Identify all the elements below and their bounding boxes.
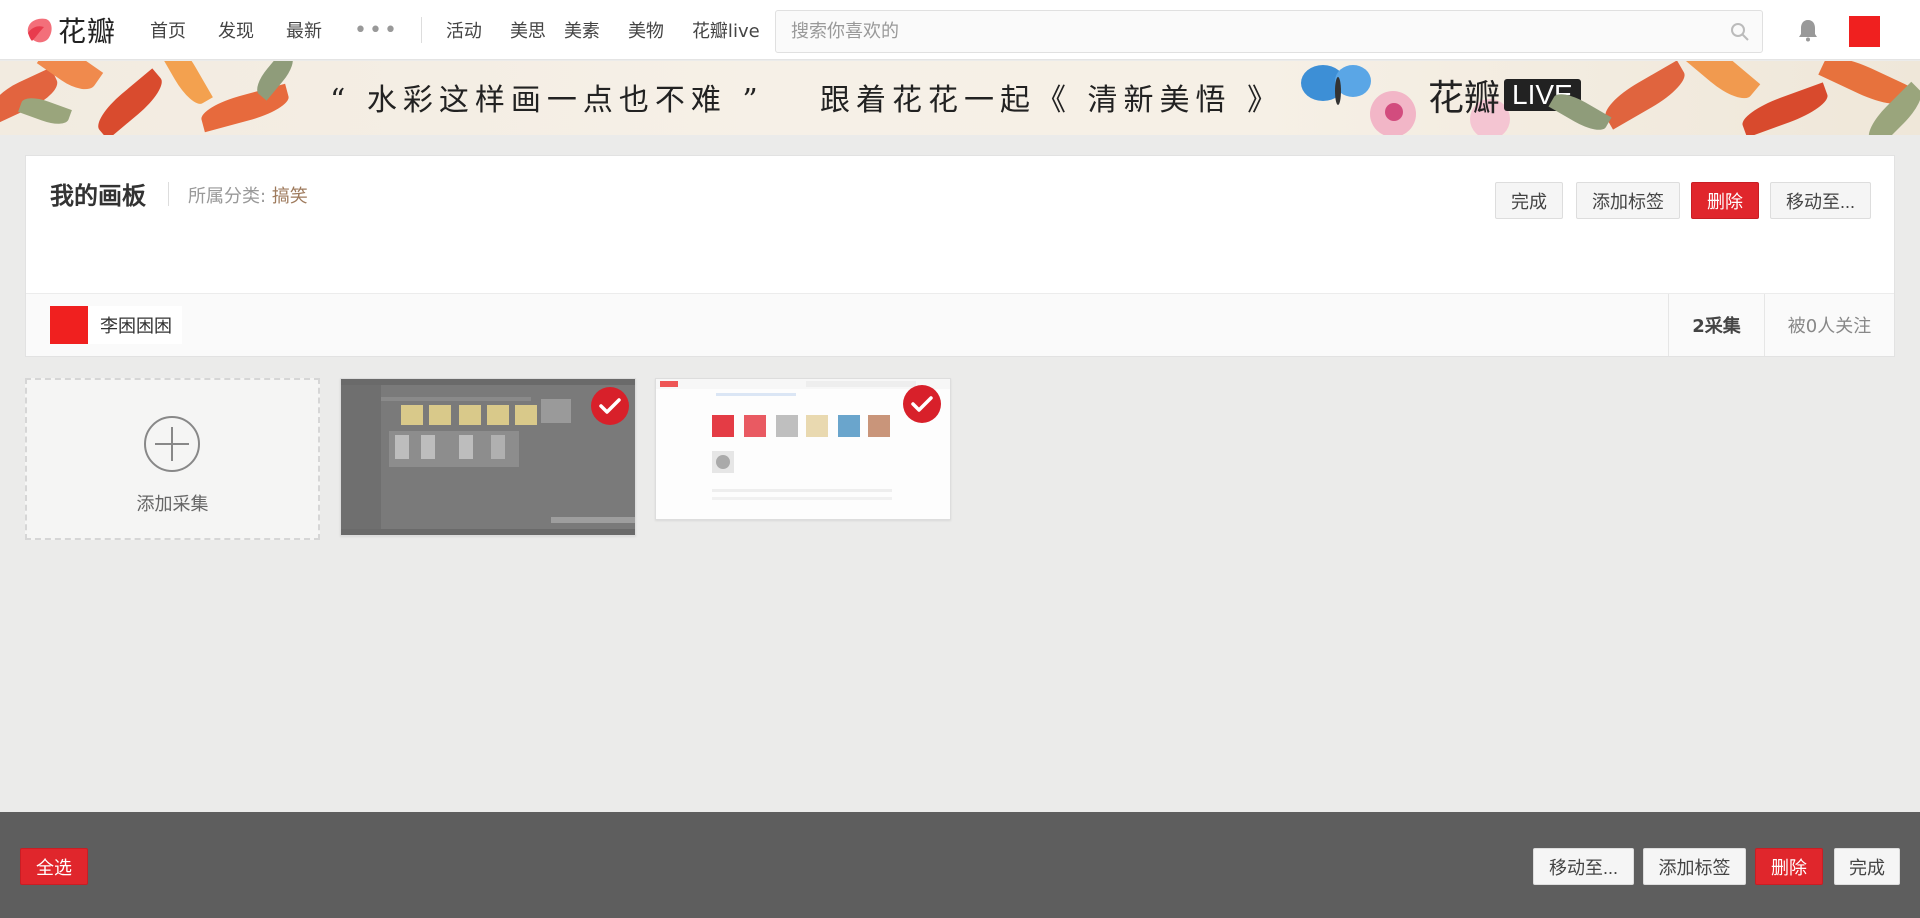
search-input[interactable] <box>776 11 1696 52</box>
delete-button[interactable]: 删除 <box>1691 182 1759 219</box>
board-title: 我的画板 <box>50 182 146 210</box>
nav-home[interactable]: 首页 <box>150 17 186 43</box>
owner-name[interactable]: 李困困困 <box>100 312 172 338</box>
pin-card[interactable] <box>340 378 636 536</box>
search-icon[interactable] <box>1730 22 1750 42</box>
logo-text: 花瓣 <box>58 15 117 48</box>
nav-latest[interactable]: 最新 <box>286 17 322 43</box>
bulk-move-to-button[interactable]: 移动至... <box>1533 848 1634 885</box>
bulk-action-bar: 全选 移动至... 添加标签 删除 完成 <box>0 812 1920 918</box>
live-logo-text: 花瓣 <box>1428 78 1501 119</box>
petal-logo-icon <box>27 18 52 43</box>
category-label: 所属分类: <box>188 186 267 207</box>
site-logo[interactable]: 花瓣 <box>24 12 116 48</box>
selected-check-icon[interactable] <box>591 387 629 425</box>
banner-subline: 跟着花花一起《 清新美悟 》 <box>820 83 1284 118</box>
pin-card[interactable] <box>655 378 951 520</box>
bulk-delete-button[interactable]: 删除 <box>1755 848 1823 885</box>
nav-more-button[interactable]: ••• <box>354 18 399 43</box>
banner-headline: “ 水彩这样画一点也不难 ” <box>330 83 764 118</box>
nav-live[interactable]: 花瓣live <box>692 17 760 43</box>
add-tag-button[interactable]: 添加标签 <box>1576 182 1680 219</box>
nav-meisu[interactable]: 美素 <box>564 17 600 43</box>
plus-circle-icon <box>144 416 200 472</box>
nav-meiwu[interactable]: 美物 <box>628 17 664 43</box>
title-divider <box>168 182 169 206</box>
leaf-decoration <box>91 68 169 135</box>
butterfly-illustration <box>1301 65 1371 105</box>
followers-count[interactable]: 被0人关注 <box>1764 294 1894 356</box>
add-pin-label: 添加采集 <box>136 494 209 515</box>
leaf-decoration <box>1599 61 1691 130</box>
board-category: 所属分类: 搞笑 <box>188 182 308 208</box>
board-header-card: 我的画板 所属分类: 搞笑 完成 添加标签 删除 移动至... 李困困困 2采集… <box>25 155 1895 357</box>
notification-bell-icon[interactable] <box>1797 18 1819 42</box>
category-value[interactable]: 搞笑 <box>272 186 308 207</box>
user-avatar[interactable] <box>1849 16 1880 47</box>
leaf-decoration <box>157 61 213 110</box>
board-footer: 李困困困 2采集 被0人关注 <box>26 293 1894 356</box>
nav-meisi[interactable]: 美思 <box>510 17 546 43</box>
nav-events[interactable]: 活动 <box>446 17 482 43</box>
leaf-decoration <box>1679 61 1761 108</box>
bulk-done-button[interactable]: 完成 <box>1834 848 1900 885</box>
pins-count[interactable]: 2采集 <box>1668 294 1764 356</box>
promo-banner[interactable]: “ 水彩这样画一点也不难 ” 跟着花花一起《 清新美悟 》 花瓣 LIVE <box>0 61 1920 135</box>
leaf-decoration <box>198 83 292 133</box>
nav-divider <box>420 17 422 43</box>
move-to-button[interactable]: 移动至... <box>1770 182 1871 219</box>
nav-discover[interactable]: 发现 <box>218 17 254 43</box>
add-pin-tile[interactable]: 添加采集 <box>25 378 320 540</box>
bulk-add-tag-button[interactable]: 添加标签 <box>1643 848 1746 885</box>
top-navbar: 花瓣 首页 发现 最新 ••• 活动 美思 美素 美物 花瓣live <box>0 0 1920 60</box>
board-owner[interactable]: 李困困困 <box>50 306 182 344</box>
done-button[interactable]: 完成 <box>1495 182 1563 219</box>
search-box <box>775 10 1763 53</box>
main-nav: 首页 发现 最新 ••• 活动 美思 美素 美物 花瓣live <box>150 0 788 60</box>
owner-avatar[interactable] <box>50 306 88 344</box>
flower-decoration <box>1385 103 1403 121</box>
select-all-button[interactable]: 全选 <box>20 848 88 885</box>
selected-check-icon[interactable] <box>903 385 941 423</box>
